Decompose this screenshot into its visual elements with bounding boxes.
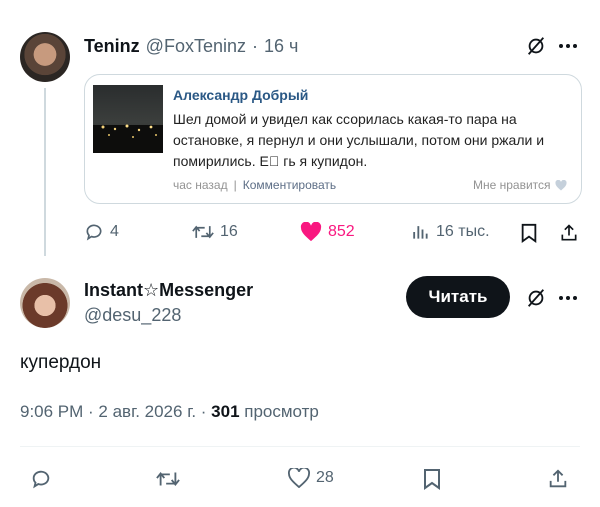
night-photo <box>93 85 163 153</box>
vk-like-label: Мне нравится <box>473 178 551 192</box>
bookmark-icon <box>521 223 537 243</box>
views-number: 301 <box>211 402 240 421</box>
vk-like: Мне нравится <box>473 178 567 192</box>
handle[interactable]: @FoxTeninz <box>146 36 246 57</box>
timestamp-text[interactable]: 9:06 PM · 2 авг. 2026 г. · <box>20 402 211 421</box>
repost-icon <box>192 225 214 239</box>
reply-button[interactable] <box>28 466 54 492</box>
repost-button[interactable] <box>154 466 182 492</box>
grok-icon[interactable] <box>524 34 548 58</box>
share-button[interactable] <box>546 466 570 492</box>
vk-post-text: Шел домой и увидел как ссорилась какая-т… <box>173 111 545 169</box>
bookmark-button[interactable] <box>420 466 444 492</box>
vk-meta: час назад | Комментировать <box>173 178 336 192</box>
reply-icon <box>86 224 102 241</box>
separator-dot: · <box>251 36 258 56</box>
views-count: 16 тыс. <box>436 223 490 240</box>
more-icon[interactable] <box>556 286 580 310</box>
vk-sep: | <box>233 178 237 192</box>
heart-filled-icon <box>300 222 322 242</box>
like-count: 28 <box>316 469 334 486</box>
tweet2-text: купердон <box>20 352 102 373</box>
vk-time: час назад <box>173 178 228 192</box>
repost-count: 16 <box>220 223 238 240</box>
tweet-time[interactable]: 16 ч <box>264 36 298 57</box>
vk-comment-link: Комментировать <box>242 178 337 192</box>
more-icon[interactable] <box>556 34 580 58</box>
like-count: 852 <box>328 223 355 240</box>
views-label: просмотр <box>239 402 319 421</box>
like-button[interactable]: 852 <box>300 222 355 242</box>
embedded-image-card[interactable]: Александр Добрый Шел домой и увидел как … <box>84 74 582 204</box>
display-name[interactable]: Teninz <box>84 36 140 57</box>
share-icon <box>549 469 567 488</box>
display-name[interactable]: Instant☆Messenger <box>84 280 253 301</box>
bookmark-button[interactable] <box>518 222 540 244</box>
like-button[interactable]: 28 <box>288 468 334 488</box>
handle[interactable]: @desu_228 <box>84 305 253 326</box>
vk-heart-icon <box>555 179 567 190</box>
heart-icon <box>288 468 310 488</box>
follow-button[interactable]: Читать <box>406 276 510 318</box>
reply-button[interactable]: 4 <box>84 222 119 242</box>
tweet2-names: Instant☆Messenger @desu_228 <box>84 280 253 326</box>
divider <box>20 446 580 447</box>
grok-icon[interactable] <box>524 286 548 310</box>
share-icon <box>561 224 577 241</box>
repost-icon <box>156 471 180 487</box>
tweet2-actions: 28 <box>20 466 580 492</box>
share-button[interactable] <box>558 222 580 244</box>
vk-author[interactable]: Александр Добрый <box>173 87 308 103</box>
reply-icon <box>32 470 50 489</box>
avatar-teninz[interactable] <box>20 32 70 82</box>
thread-line <box>44 88 46 256</box>
tweet1-actions: 4 16 852 16 тыс. <box>84 222 584 246</box>
tweet1-header: Teninz @FoxTeninz · 16 ч <box>84 36 298 57</box>
reply-count: 4 <box>110 223 119 240</box>
views-button[interactable]: 16 тыс. <box>410 222 490 242</box>
tweet2-timestamp: 9:06 PM · 2 авг. 2026 г. · 301 просмотр <box>20 402 319 422</box>
city-lights-icon <box>93 124 163 153</box>
avatar-instant-messenger[interactable] <box>20 278 70 328</box>
analytics-icon <box>413 226 428 239</box>
bookmark-icon <box>424 469 440 490</box>
repost-button[interactable]: 16 <box>192 222 238 242</box>
